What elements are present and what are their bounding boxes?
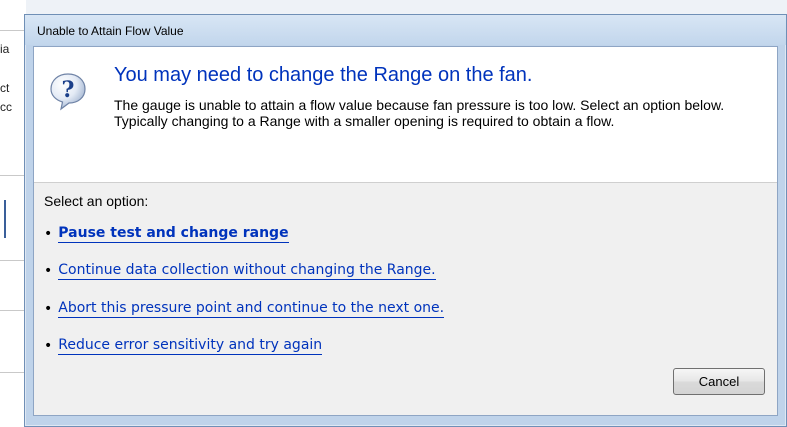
bullet-icon: •	[44, 301, 53, 317]
background-selection-bar	[4, 200, 6, 238]
abort-point-link[interactable]: Abort this pressure point and continue t…	[58, 300, 445, 318]
bullet-icon: •	[44, 338, 53, 354]
dialog-title: Unable to Attain Flow Value	[37, 24, 184, 38]
svg-text:?: ?	[62, 77, 75, 103]
question-icon: ?	[48, 71, 88, 111]
continue-collection-link[interactable]: Continue data collection without changin…	[58, 262, 436, 280]
background-divider	[0, 310, 26, 311]
option-abort-point: • Abort this pressure point and continue…	[44, 300, 445, 318]
bullet-icon: •	[44, 226, 53, 242]
background-divider	[0, 30, 26, 31]
main-instruction: You may need to change the Range on the …	[114, 64, 533, 86]
dialog-header-panel: ? You may need to change the Range on th…	[34, 47, 777, 183]
pause-test-link[interactable]: Pause test and change range	[58, 225, 289, 243]
option-pause-test: • Pause test and change range	[44, 225, 289, 243]
background-divider	[0, 175, 26, 176]
reduce-sensitivity-link[interactable]: Reduce error sensitivity and try again	[58, 337, 323, 355]
dialog-description: The gauge is unable to attain a flow val…	[114, 97, 725, 129]
background-text-fragment: cc	[0, 100, 12, 114]
background-divider	[0, 260, 26, 261]
bullet-icon: •	[44, 263, 53, 279]
cancel-button[interactable]: Cancel	[673, 368, 765, 395]
select-option-label: Select an option:	[44, 193, 149, 209]
option-reduce-sensitivity: • Reduce error sensitivity and try again	[44, 337, 323, 355]
background-text-fragment: ct	[0, 81, 10, 95]
dialog-content: ? You may need to change the Range on th…	[33, 46, 778, 416]
background-app-topbar	[26, 0, 787, 14]
dialog-titlebar[interactable]: Unable to Attain Flow Value	[25, 15, 786, 45]
background-text-fragment: ia	[0, 42, 10, 56]
option-continue-collection: • Continue data collection without chang…	[44, 262, 436, 280]
background-divider	[0, 372, 26, 373]
task-dialog: Unable to Attain Flow Value ? You may ne…	[24, 14, 787, 427]
